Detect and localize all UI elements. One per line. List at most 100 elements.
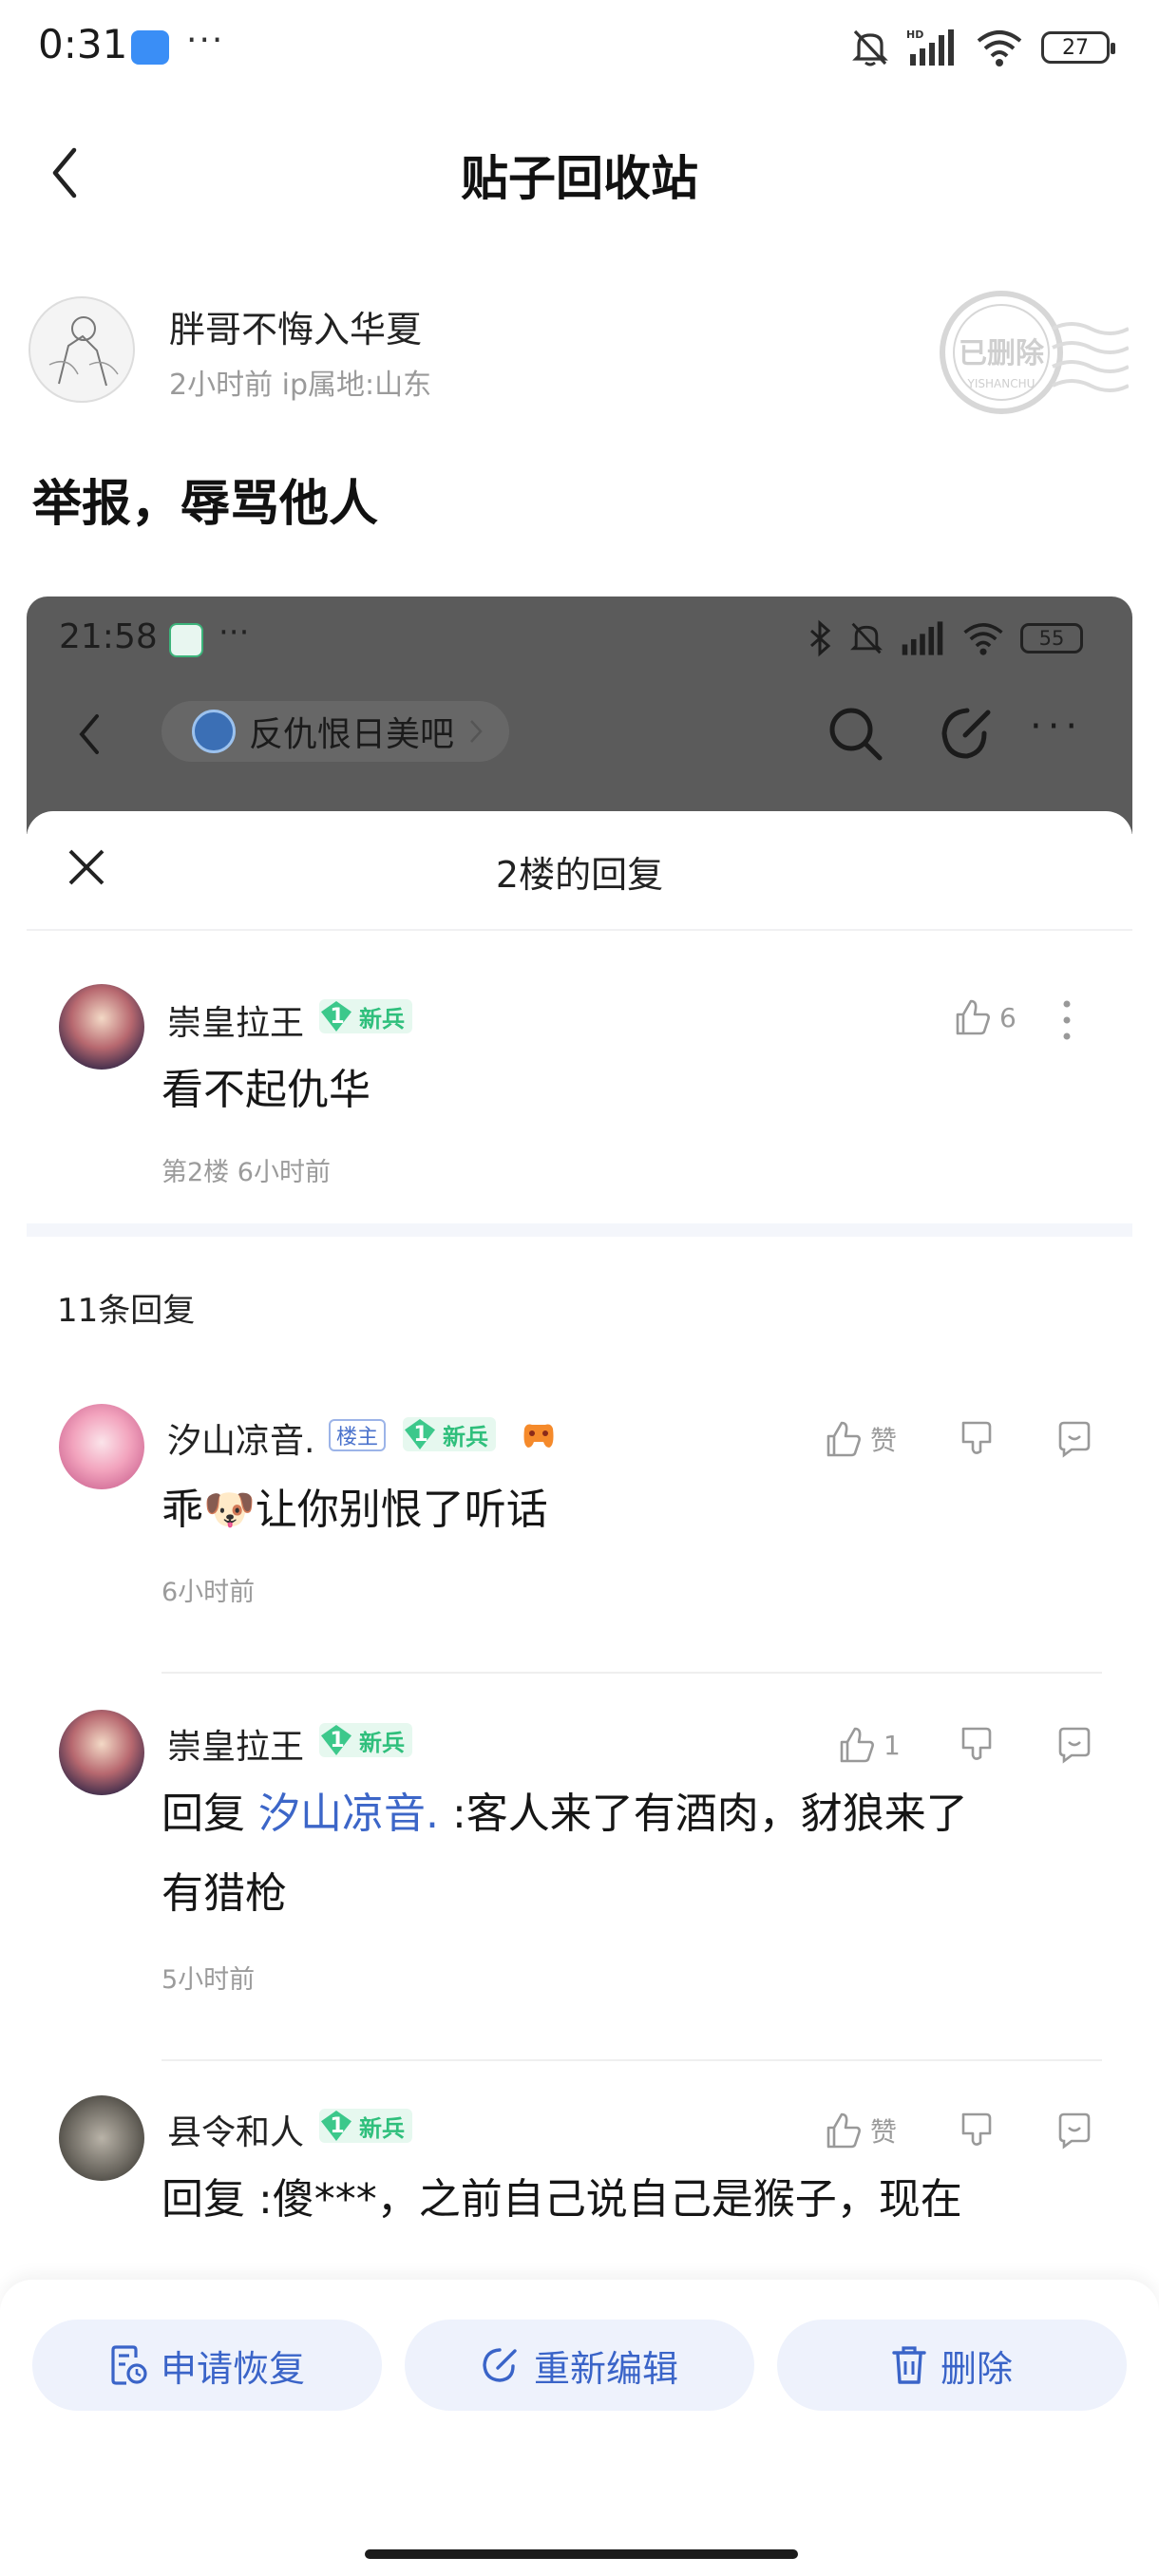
re-edit-button[interactable]: 重新编辑 xyxy=(405,2320,754,2411)
game-controller-icon xyxy=(523,1424,554,1448)
reply-sheet: 2楼的回复 崇皇拉王 1 新兵 6 看不起仇华 第2楼 6小时前 11条回复 汐山… xyxy=(27,811,1132,2287)
forum-avatar-icon xyxy=(192,710,236,753)
level-gem-icon: 1 xyxy=(319,1723,355,1757)
like-label: 赞 xyxy=(870,1425,898,1456)
screenshot-forum-pill: 反仇恨日美吧 xyxy=(162,701,509,762)
comment-icon xyxy=(1058,1421,1091,1458)
screenshot-signal-icon xyxy=(902,621,943,655)
level-label: 新兵 xyxy=(359,1729,405,1756)
delete-button[interactable]: 删除 xyxy=(777,2320,1127,2411)
screenshot-battery-level: 55 xyxy=(1038,627,1065,650)
level-badge: 1 新兵 xyxy=(403,1417,496,1451)
mention-link: 汐山凉音. xyxy=(258,1790,439,1838)
edit-icon xyxy=(483,2348,517,2382)
reply-content: 乖🐶让你别恨了听话 xyxy=(162,1486,548,1534)
reply-divider xyxy=(162,2059,1102,2061)
level-badge: 1 新兵 xyxy=(319,1723,412,1757)
thumbs-down-icon xyxy=(961,2112,992,2146)
thumbs-up-icon xyxy=(826,1421,861,1457)
level-gem-icon: 1 xyxy=(403,1417,439,1451)
stamp-subtext: YISHANCHU xyxy=(967,377,1036,390)
thumbs-up-icon xyxy=(840,1727,874,1763)
trash-icon xyxy=(892,2346,926,2384)
more-notifications-icon: ··· xyxy=(186,21,225,60)
chevron-right-icon xyxy=(470,720,483,743)
floor-content: 看不起仇华 xyxy=(162,1066,370,1114)
floor-meta: 第2楼 6小时前 xyxy=(162,1158,331,1187)
screenshot-dimmed-header: 21:58 ··· 55 反仇恨日美吧 ··· xyxy=(27,597,1132,834)
screenshot-mute-icon xyxy=(850,622,883,654)
author-avatar[interactable] xyxy=(28,296,135,403)
stamp-text: 已删除 xyxy=(959,337,1045,370)
status-time: 0:31 xyxy=(38,21,128,67)
more-vertical-icon xyxy=(1063,1000,1071,1040)
bluetooth-icon xyxy=(810,619,831,657)
reply-count: 11条回复 xyxy=(57,1292,196,1330)
host-badge: 楼主 xyxy=(329,1419,387,1451)
like-count: 6 xyxy=(999,1001,1016,1033)
page-title: 贴子回收站 xyxy=(461,151,698,206)
comment-icon xyxy=(1058,1727,1091,1764)
screenshot-wifi-icon xyxy=(963,623,1003,655)
username: 崇皇拉王 xyxy=(167,1728,305,1767)
like-label: 赞 xyxy=(870,2116,898,2148)
thumbs-down-icon xyxy=(961,1727,992,1760)
level-label: 新兵 xyxy=(359,1005,405,1032)
level-gem-icon: 1 xyxy=(319,999,355,1033)
like-button: 6 xyxy=(952,997,1016,1037)
post-meta: 2小时前 ip属地:山东 xyxy=(169,369,432,402)
level-gem-icon: 1 xyxy=(319,2109,355,2143)
sketch-avatar-image xyxy=(48,316,119,387)
screenshot-status-icons: 55 xyxy=(806,619,1083,657)
bottom-action-bar: 申请恢复 重新编辑 删除 xyxy=(0,2280,1159,2576)
username: 县令和人 xyxy=(167,2113,305,2152)
delete-label: 删除 xyxy=(940,2347,1013,2390)
dog-emoji: 🐶 xyxy=(203,1486,256,1534)
like-button: 赞 xyxy=(823,1419,897,1459)
svg-text:HD: HD xyxy=(906,28,923,41)
username: 崇皇拉王 xyxy=(167,1004,305,1043)
thumbs-up-icon xyxy=(826,2112,861,2149)
screenshot-more-icon: ··· xyxy=(1030,705,1084,748)
app-notification-icon xyxy=(131,30,169,65)
username: 汐山凉音. xyxy=(167,1422,315,1461)
screenshot-back-icon xyxy=(79,714,99,754)
screenshot-status-time: 21:58 xyxy=(59,617,158,656)
forum-name: 反仇恨日美吧 xyxy=(249,715,455,754)
status-bar: 0:31 ··· HD 27 xyxy=(0,0,1159,95)
like-button: 1 xyxy=(836,1725,901,1765)
reply-divider xyxy=(162,1672,1102,1674)
thumbs-up-icon xyxy=(956,999,990,1035)
home-indicator[interactable] xyxy=(365,2549,798,2559)
screenshot-battery: 55 xyxy=(1020,623,1083,653)
reply-content: 回复 :傻***，之前自己说自己是猴子，现在 xyxy=(162,2175,962,2224)
request-restore-button[interactable]: 申请恢复 xyxy=(32,2320,382,2411)
user-avatar xyxy=(59,1404,144,1489)
reply-content: 回复 汐山凉音. :客人来了有酒肉，豺狼来了 有猎枪 xyxy=(162,1790,968,1918)
screenshot-more-notifications-icon: ··· xyxy=(218,614,250,652)
screenshot-app-icon xyxy=(169,623,203,657)
post-title: 举报，辱骂他人 xyxy=(32,476,379,533)
level-badge: 1 新兵 xyxy=(319,2109,412,2143)
sheet-title: 2楼的回复 xyxy=(495,854,664,896)
reply-time: 6小时前 xyxy=(162,1578,256,1607)
section-separator xyxy=(27,1223,1132,1237)
restore-document-icon xyxy=(111,2345,147,2385)
reply-time: 5小时前 xyxy=(162,1965,256,1995)
mute-icon xyxy=(852,29,888,66)
like-count: 1 xyxy=(884,1729,901,1761)
re-edit-label: 重新编辑 xyxy=(533,2347,678,2390)
comment-icon xyxy=(1058,2112,1091,2150)
user-avatar xyxy=(59,2095,144,2181)
author-name[interactable]: 胖哥不悔入华夏 xyxy=(169,300,422,352)
thumbs-down-icon xyxy=(961,1421,992,1454)
sheet-divider xyxy=(27,929,1132,931)
deleted-stamp: 已删除 YISHANCHU xyxy=(940,291,1129,414)
screenshot-compose-icon xyxy=(941,708,991,759)
user-avatar xyxy=(59,984,144,1070)
post-screenshot-image[interactable]: 21:58 ··· 55 反仇恨日美吧 ··· 2楼的回复 崇皇拉王 1 新兵 6 xyxy=(27,597,1132,2287)
signal-icon: HD xyxy=(906,28,954,66)
status-icons: HD 27 xyxy=(851,27,1115,68)
battery-indicator: 27 xyxy=(1041,31,1115,64)
level-badge: 1 新兵 xyxy=(319,999,412,1033)
